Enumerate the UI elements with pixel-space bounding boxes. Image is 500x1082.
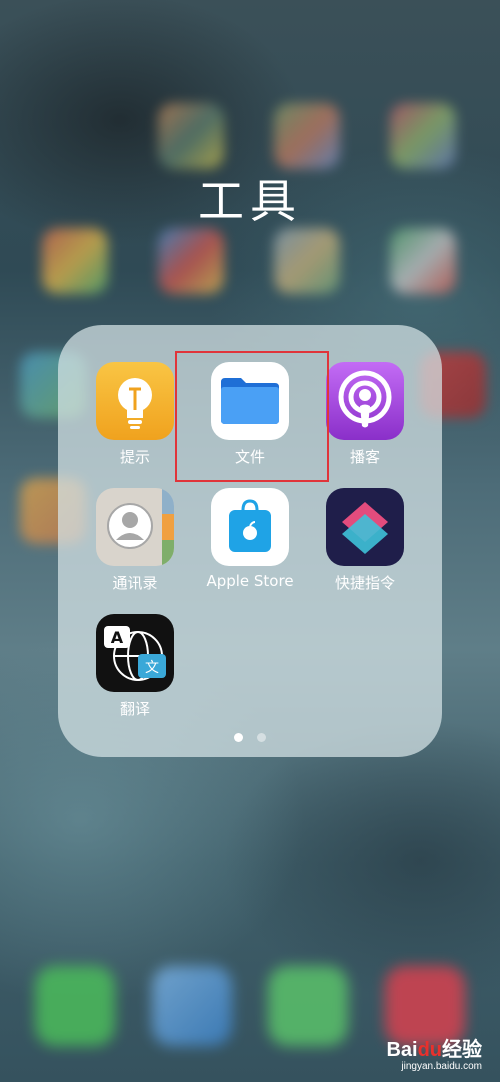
watermark-logo: Baidu经验 — [386, 1039, 482, 1061]
blurred-messages-icon — [268, 966, 348, 1046]
baidu-watermark: Baidu经验 jingyan.baidu.com — [386, 1039, 482, 1072]
highlight-box — [175, 351, 329, 482]
svg-text:文: 文 — [145, 660, 159, 676]
watermark-brand-left: Bai — [386, 1039, 418, 1061]
contacts-icon — [96, 488, 174, 566]
app-label: 快捷指令 — [334, 574, 395, 592]
translate-icon: A 文 — [96, 614, 174, 692]
shortcuts-icon — [326, 488, 404, 566]
page-indicator[interactable] — [0, 729, 500, 747]
svg-text:A: A — [111, 628, 124, 647]
blurred-music-icon — [385, 966, 465, 1046]
app-label: Apple Store — [206, 572, 294, 590]
blurred-phone-icon — [35, 966, 115, 1046]
folder-title[interactable]: 工具 — [0, 165, 500, 231]
blurred-app-icon — [274, 228, 340, 294]
apple-store-bag-icon — [211, 488, 289, 566]
blurred-app-icon — [158, 103, 224, 169]
blurred-app-icon — [42, 228, 108, 294]
blurred-app-icon — [390, 103, 456, 169]
blurred-app-icon — [274, 103, 340, 169]
app-translate[interactable]: A 文 翻译 — [80, 614, 190, 719]
app-contacts[interactable]: 通讯录 — [80, 488, 190, 593]
tips-lightbulb-icon — [96, 362, 174, 440]
blurred-safari-icon — [152, 966, 232, 1046]
watermark-brand-paw: du — [417, 1039, 442, 1061]
watermark-brand-right: 经验 — [442, 1039, 482, 1061]
app-label: 翻译 — [119, 700, 150, 718]
app-tips[interactable]: 提示 — [80, 362, 190, 467]
podcasts-icon — [326, 362, 404, 440]
blurred-app-icon — [158, 228, 224, 294]
app-apple-store[interactable]: Apple Store — [195, 488, 305, 590]
blurred-app-icon — [390, 228, 456, 294]
app-label: 提示 — [119, 448, 150, 466]
page-dot[interactable] — [257, 733, 267, 742]
app-label: 通讯录 — [112, 574, 158, 592]
page-dot-active[interactable] — [233, 733, 243, 742]
watermark-url: jingyan.baidu.com — [401, 1061, 482, 1072]
app-shortcuts[interactable]: 快捷指令 — [310, 488, 420, 593]
